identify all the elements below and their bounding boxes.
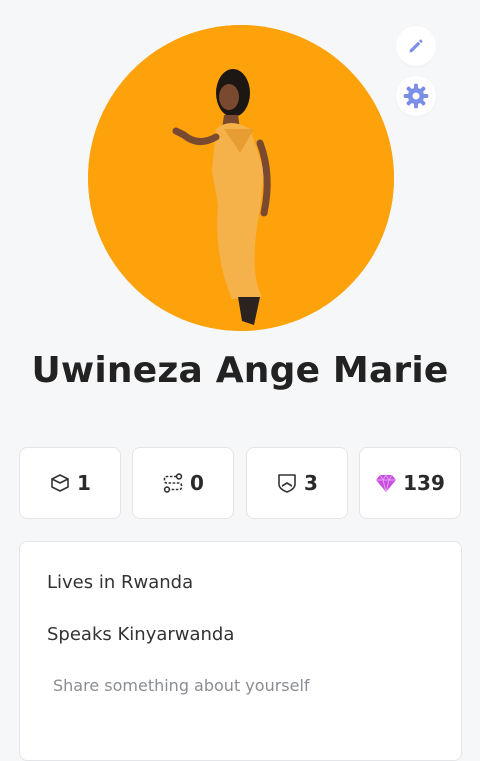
stat-boxes[interactable]: 1	[19, 447, 121, 519]
gear-icon	[403, 83, 429, 109]
edit-profile-button[interactable]	[396, 26, 436, 66]
about-card: Lives in Rwanda Speaks Kinyarwanda Share…	[19, 541, 462, 761]
gem-icon	[376, 474, 397, 493]
stat-value: 1	[77, 471, 91, 495]
location-text: Lives in Rwanda	[47, 572, 194, 593]
settings-button[interactable]	[396, 76, 436, 116]
stat-value: 139	[403, 471, 445, 495]
bio-input[interactable]: Share something about yourself	[53, 676, 310, 695]
profile-avatar	[88, 25, 394, 331]
hexagon-box-icon	[51, 474, 69, 492]
pencil-icon	[409, 39, 423, 53]
stat-value: 0	[190, 471, 204, 495]
stat-routes[interactable]: 0	[132, 447, 234, 519]
route-icon	[163, 473, 183, 493]
avatar-photo	[88, 25, 394, 331]
stat-gems[interactable]: 139	[359, 447, 461, 519]
stat-value: 3	[304, 471, 318, 495]
stat-badges[interactable]: 3	[246, 447, 348, 519]
shield-icon	[278, 474, 296, 493]
language-text: Speaks Kinyarwanda	[47, 624, 235, 645]
profile-name: Uwineza Ange Marie	[31, 350, 449, 391]
